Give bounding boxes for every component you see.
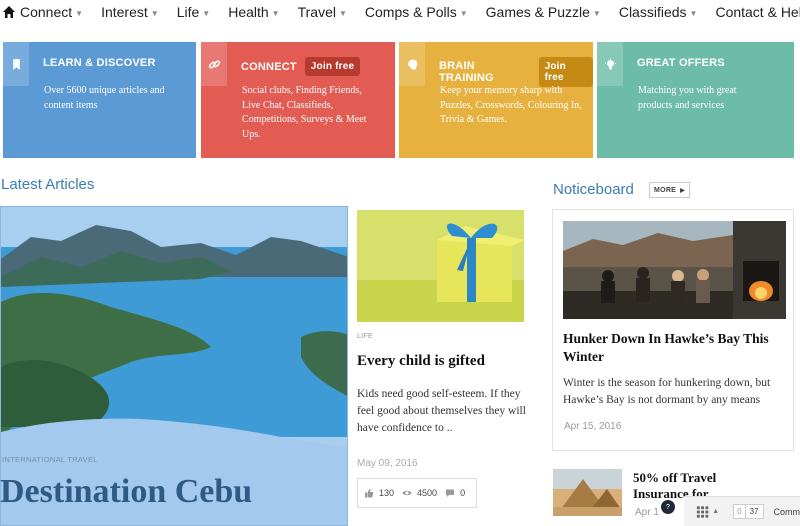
- article-date: May 09, 2016: [357, 458, 418, 469]
- more-label: MORE: [653, 186, 677, 194]
- bottom-toolbar: ▲ 0 37 Comm: [684, 496, 800, 526]
- noticeboard-card-title[interactable]: Hunker Down In Hawke’s Bay This Winter: [563, 330, 791, 366]
- views-stat: 4500: [402, 488, 437, 498]
- box-title: GREAT OFFERS: [637, 57, 725, 69]
- box-desc: Social clubs, Finding Friends, Live Chat…: [242, 85, 367, 140]
- nav-connect-label: Connect: [20, 4, 73, 20]
- more-button[interactable]: MORE ▶: [649, 182, 690, 198]
- noticeboard-card[interactable]: Hunker Down In Hawke’s Bay This Winter W…: [552, 209, 794, 451]
- bookmark-icon: [3, 42, 29, 86]
- article-image-gift[interactable]: [357, 210, 524, 322]
- play-arrow-icon: ▶: [680, 187, 686, 194]
- featured-article-title[interactable]: Destination Cebu: [0, 473, 252, 511]
- comment-icon: [446, 489, 455, 497]
- comments-count: 0: [460, 488, 466, 498]
- nav-comps-polls[interactable]: Comps & Polls ▼: [365, 4, 468, 20]
- article-title[interactable]: Every child is gifted: [357, 353, 485, 370]
- views-count: 4500: [417, 488, 438, 498]
- box-desc: Over 5600 unique articles and content it…: [44, 85, 165, 111]
- help-icon[interactable]: ?: [661, 500, 675, 514]
- nav-travel-label: Travel: [297, 4, 336, 20]
- count-box-b: 37: [745, 504, 764, 519]
- box-great-offers[interactable]: GREAT OFFERS Matching you with great pro…: [597, 42, 794, 158]
- nav-contact-help[interactable]: Contact & Help▼: [715, 4, 800, 20]
- nav-classifieds[interactable]: Classifieds ▼: [619, 4, 698, 20]
- likes-stat[interactable]: 130: [364, 488, 394, 498]
- nav-interest[interactable]: Interest ▼: [101, 4, 159, 20]
- thumbs-up-icon: [365, 489, 374, 498]
- latest-articles-title: Latest Articles: [1, 176, 95, 193]
- chevron-down-icon: ▼: [459, 8, 468, 18]
- link-icon: [201, 42, 227, 86]
- chevron-down-icon: ▼: [592, 8, 601, 18]
- chevron-down-icon: ▼: [150, 8, 159, 18]
- box-title-row: BRAIN TRAINING Join free: [439, 57, 593, 87]
- likes-count: 130: [379, 488, 395, 498]
- box-title: CONNECT: [241, 60, 297, 73]
- box-brain-training[interactable]: BRAIN TRAINING Join free Keep your memor…: [399, 42, 593, 158]
- nav-interest-label: Interest: [101, 4, 148, 20]
- comments-label[interactable]: Comm: [774, 507, 800, 517]
- comments-stat[interactable]: 0: [445, 488, 465, 498]
- nav-games-label: Games & Puzzle: [485, 4, 590, 20]
- box-learn-discover[interactable]: LEARN & DISCOVER Over 5600 unique articl…: [3, 42, 196, 158]
- noticeboard-card-date: Apr 15, 2016: [564, 421, 622, 432]
- article-stats: 130 4500 0: [357, 478, 477, 508]
- featured-article-category[interactable]: INTERNATIONAL TRAVEL: [2, 455, 98, 464]
- chevron-down-icon: ▼: [689, 8, 698, 18]
- noticeboard-item-image[interactable]: [553, 469, 622, 516]
- article-excerpt: Kids need good self-esteem. If they feel…: [357, 388, 526, 434]
- article-category[interactable]: LIFE: [357, 331, 373, 340]
- noticeboard-card-image: [563, 221, 786, 319]
- chevron-down-icon: ▼: [271, 8, 280, 18]
- feature-boxes: LEARN & DISCOVER Over 5600 unique articl…: [3, 42, 800, 158]
- join-free-button[interactable]: Join free: [304, 57, 361, 76]
- chevron-down-icon: ▼: [338, 8, 347, 18]
- noticeboard-item-date: Apr 1: [635, 507, 659, 518]
- box-connect[interactable]: CONNECT Join free Social clubs, Finding …: [201, 42, 395, 158]
- main-nav: Connect ▼ Interest ▼ Life ▼ Health ▼ Travel ▼…: [0, 0, 800, 24]
- noticeboard-title: Noticeboard: [553, 181, 634, 198]
- nav-life-label: Life: [176, 4, 200, 20]
- nav-travel[interactable]: Travel ▼: [298, 4, 347, 20]
- count-box-a: 0: [733, 504, 746, 519]
- chevron-down-icon: ▼: [75, 8, 84, 18]
- noticeboard-card-excerpt: Winter is the season for hunkering down,…: [563, 377, 771, 406]
- lightbulb-icon: [597, 42, 623, 86]
- box-title: BRAIN TRAINING: [439, 60, 494, 84]
- eye-icon: [402, 490, 412, 496]
- nav-connect[interactable]: Connect ▼: [2, 4, 83, 20]
- chevron-up-icon[interactable]: ▲: [712, 508, 719, 515]
- nav-contact-label: Contact & Help: [715, 4, 800, 20]
- nav-comps-label: Comps & Polls: [364, 4, 457, 20]
- box-desc: Keep your memory sharp with Puzzles, Cro…: [440, 85, 582, 125]
- chevron-down-icon: ▼: [202, 8, 211, 18]
- join-free-button[interactable]: Join free: [538, 57, 593, 87]
- box-desc: Matching you with great products and ser…: [638, 85, 737, 111]
- nav-classifieds-label: Classifieds: [618, 4, 687, 20]
- nav-health[interactable]: Health ▼: [228, 4, 279, 20]
- home-icon: [3, 6, 15, 18]
- box-title-row: CONNECT Join free: [241, 57, 361, 76]
- grid-icon[interactable]: [696, 505, 709, 519]
- nav-games-puzzle[interactable]: Games & Puzzle ▼: [486, 4, 601, 20]
- brain-icon: [399, 42, 425, 86]
- nav-health-label: Health: [228, 4, 269, 20]
- box-title: LEARN & DISCOVER: [43, 57, 156, 69]
- nav-life[interactable]: Life ▼: [177, 4, 211, 20]
